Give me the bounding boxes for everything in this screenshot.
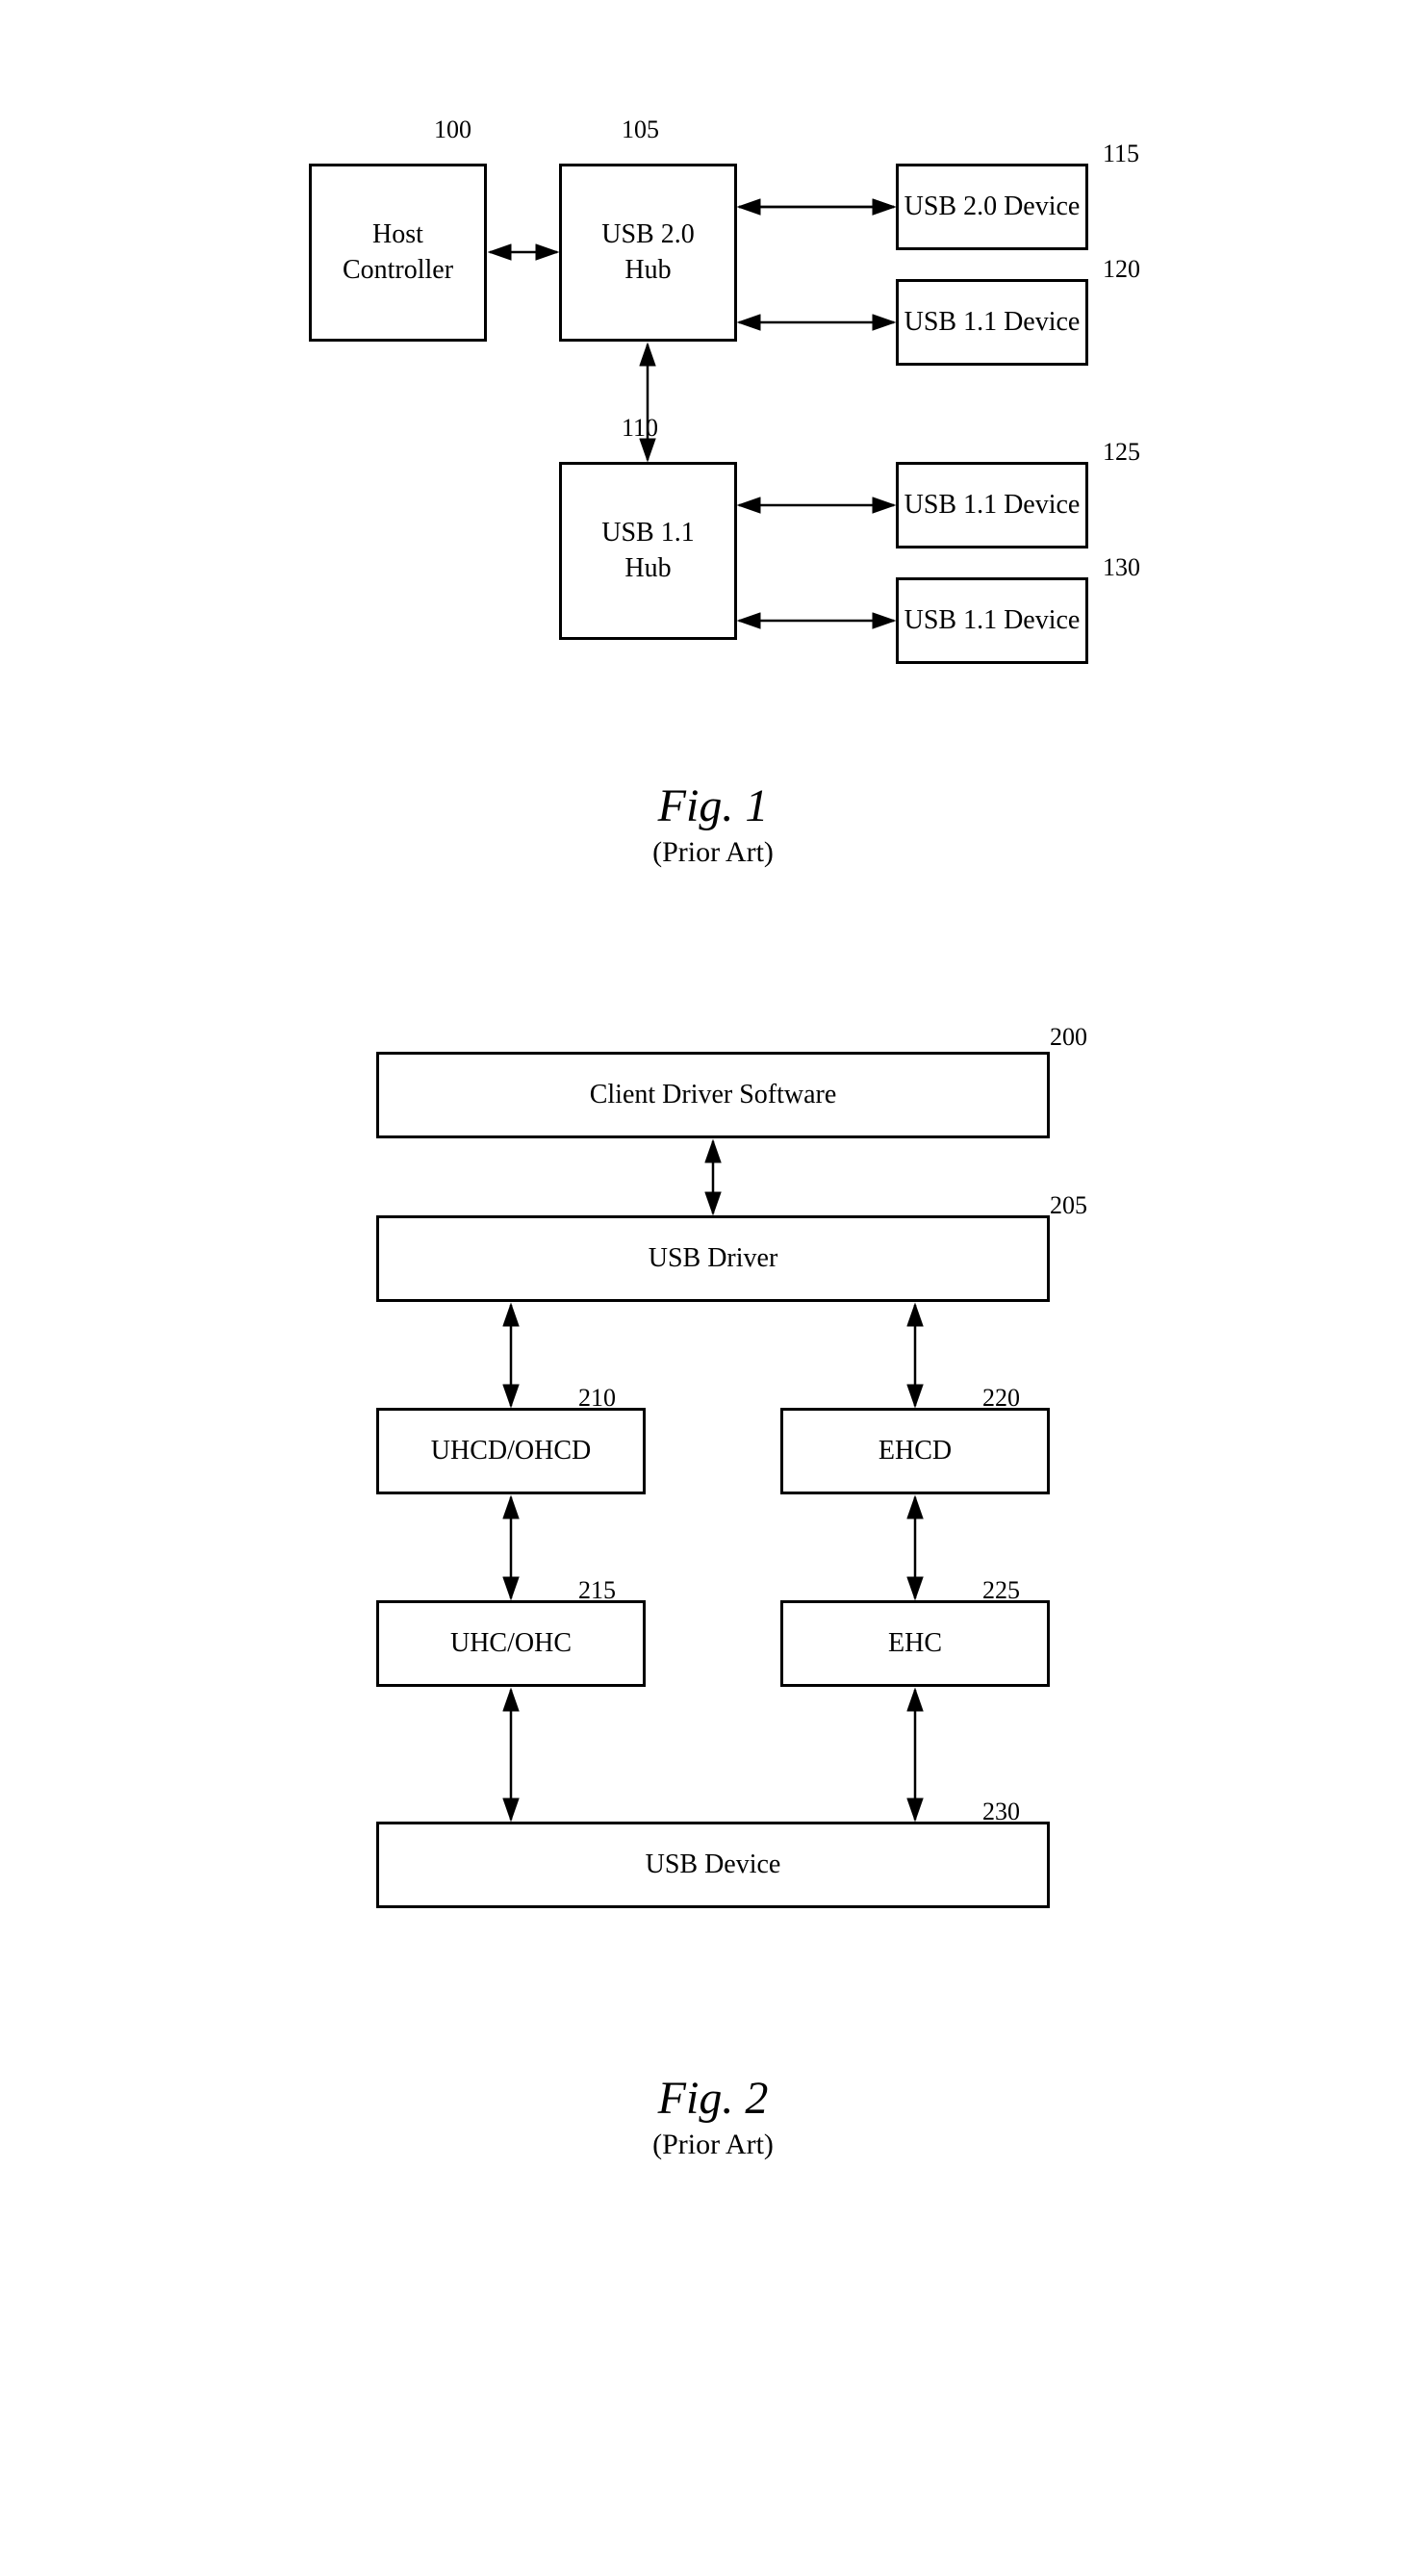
usb11device-130-label: USB 1.1 Device: [904, 603, 1081, 638]
ref-205: 205: [1050, 1191, 1087, 1220]
ref-200: 200: [1050, 1023, 1087, 1052]
ref-105: 105: [622, 115, 659, 144]
ehcd-label: EHCD: [879, 1434, 952, 1468]
uhc-label: UHC/OHC: [450, 1626, 572, 1661]
fig1-caption: Fig. 1 (Prior Art): [652, 779, 774, 869]
fig1-title: Fig. 1: [652, 779, 774, 832]
fig1-container: 100 105 110 115 120 125 130 HostControll…: [77, 58, 1349, 869]
fig1-subtitle: (Prior Art): [652, 836, 774, 869]
uhcd-label: UHCD/OHCD: [431, 1434, 591, 1468]
usb20hub-box: USB 2.0Hub: [559, 164, 737, 342]
usb-driver-label: USB Driver: [649, 1241, 778, 1276]
usb-device-label: USB Device: [646, 1848, 781, 1882]
fig2-title: Fig. 2: [652, 2072, 774, 2125]
usb11device-125-box: USB 1.1 Device: [896, 462, 1088, 548]
fig2-subtitle: (Prior Art): [652, 2129, 774, 2161]
client-driver-box: Client Driver Software: [376, 1052, 1050, 1138]
usb20hub-label: USB 2.0Hub: [601, 217, 694, 288]
usb11hub-label: USB 1.1Hub: [601, 516, 694, 586]
fig1-diagram: 100 105 110 115 120 125 130 HostControll…: [280, 87, 1146, 760]
ref-120: 120: [1103, 255, 1140, 284]
host-controller-box: HostController: [309, 164, 487, 342]
host-controller-label: HostController: [343, 217, 453, 288]
usb20device-box: USB 2.0 Device: [896, 164, 1088, 250]
usb11device-130-box: USB 1.1 Device: [896, 577, 1088, 664]
ref-130: 130: [1103, 553, 1140, 582]
ehc-box: EHC: [780, 1600, 1050, 1687]
ehcd-box: EHCD: [780, 1408, 1050, 1494]
uhc-box: UHC/OHC: [376, 1600, 646, 1687]
ref-100: 100: [434, 115, 471, 144]
usb20device-label: USB 2.0 Device: [904, 190, 1081, 224]
fig2-diagram: 200 205 210 215 220 225 230 Client Drive…: [280, 994, 1146, 2053]
usb-device-box: USB Device: [376, 1822, 1050, 1908]
page: 100 105 110 115 120 125 130 HostControll…: [0, 0, 1426, 2219]
ehc-label: EHC: [888, 1626, 942, 1661]
usb11device-125-label: USB 1.1 Device: [904, 488, 1081, 523]
usb11device-120-box: USB 1.1 Device: [896, 279, 1088, 366]
usb-driver-box: USB Driver: [376, 1215, 1050, 1302]
usb11hub-box: USB 1.1Hub: [559, 462, 737, 640]
fig2-caption: Fig. 2 (Prior Art): [652, 2072, 774, 2161]
ref-125: 125: [1103, 438, 1140, 467]
ref-115: 115: [1103, 140, 1139, 168]
uhcd-box: UHCD/OHCD: [376, 1408, 646, 1494]
usb11device-120-label: USB 1.1 Device: [904, 305, 1081, 340]
ref-110: 110: [622, 414, 658, 443]
client-driver-label: Client Driver Software: [590, 1078, 837, 1112]
fig2-container: 200 205 210 215 220 225 230 Client Drive…: [77, 965, 1349, 2161]
